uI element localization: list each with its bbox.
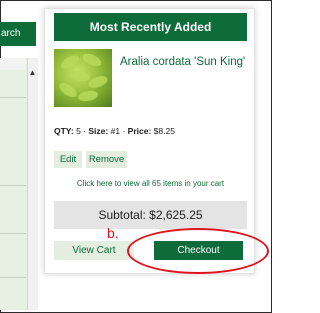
size-label: Size: [88, 126, 109, 136]
subtotal-display: Subtotal: $2,625.25 [54, 201, 247, 229]
separator: · [122, 126, 126, 136]
edit-button[interactable]: Edit [54, 151, 82, 168]
scroll-up-arrow-icon[interactable]: ▲ [28, 68, 37, 77]
left-panel-scrollbar[interactable] [27, 58, 38, 310]
price-label: Price: [127, 126, 152, 136]
annotation-label: b. [107, 225, 119, 241]
qty-label: QTY: [54, 126, 74, 136]
plant-thumbnail-icon[interactable] [54, 49, 112, 107]
left-panel-header [0, 58, 26, 70]
popup-title: Most Recently Added [54, 13, 247, 41]
view-cart-button[interactable]: View Cart [54, 241, 134, 260]
size-value: #1 [110, 126, 121, 136]
separator: · [83, 126, 87, 136]
price-value: $8.25 [153, 126, 175, 136]
view-all-items-link[interactable]: Click here to view all 65 items in your … [54, 179, 247, 188]
annotation-ellipse [127, 228, 269, 274]
panel-divider [0, 185, 26, 186]
product-name-link[interactable]: Aralia cordata 'Sun King' [120, 55, 248, 69]
panel-divider [0, 277, 26, 278]
search-button[interactable]: arch [0, 22, 36, 46]
panel-divider [0, 233, 26, 234]
panel-divider [0, 97, 26, 98]
qty-value: 5 [76, 126, 81, 136]
remove-button[interactable]: Remove [86, 151, 127, 168]
item-details: QTY: 5 · Size: #1 · Price: $8.25 [54, 126, 175, 136]
